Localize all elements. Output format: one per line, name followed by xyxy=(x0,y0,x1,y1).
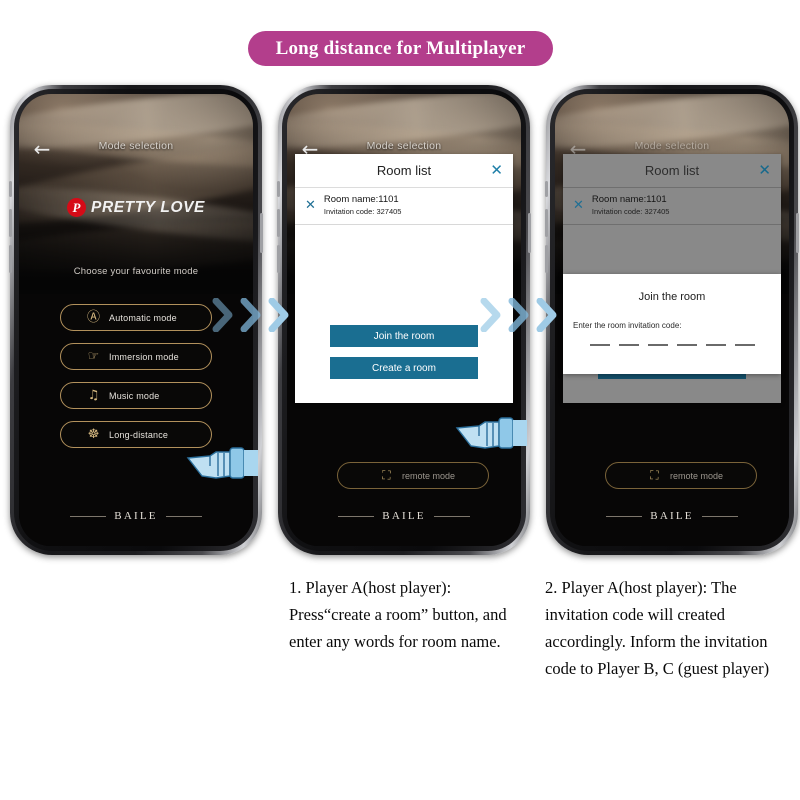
chevron-right-icon xyxy=(508,298,529,332)
page-title: Mode selection xyxy=(98,140,174,152)
delete-room-x-icon[interactable]: ✕ xyxy=(573,198,584,213)
join-room-modal: Join the room Enter the room invitation … xyxy=(563,274,781,374)
brand-wordmark: PRETTY LOVE xyxy=(91,198,205,216)
footer-brand-text: BAILE xyxy=(650,510,694,522)
footer-brand: BAILE xyxy=(555,510,789,522)
invitation-code-input[interactable] xyxy=(563,330,781,346)
pointing-hand-cursor xyxy=(186,447,258,479)
phone-screen-3: ← Mode selection ⛶ remote mode BAILE Roo… xyxy=(555,94,789,546)
code-digit-slot[interactable] xyxy=(705,344,726,346)
invitation-code-text: Invitation code: 327405 xyxy=(323,207,402,216)
chevron-right-icon xyxy=(268,298,289,332)
join-room-title: Join the room xyxy=(638,291,706,303)
footer-brand: BAILE xyxy=(287,510,521,522)
room-list-row[interactable]: ✕ Room name:1101 Invitation code: 327405 xyxy=(295,188,513,225)
volume-down-button[interactable] xyxy=(545,245,548,273)
mode-button-immersion[interactable]: ☞ Immersion mode xyxy=(60,343,212,370)
caption-step-1: 1. Player A(host player): Press“create a… xyxy=(289,578,507,651)
volume-up-button[interactable] xyxy=(545,209,548,237)
code-digit-slot[interactable] xyxy=(734,344,755,346)
flow-arrow-group-1 xyxy=(212,298,292,332)
mode-button-music[interactable]: ♫ Music mode xyxy=(60,382,212,409)
flow-arrow-group-2 xyxy=(480,298,560,332)
chevron-right-icon xyxy=(212,298,233,332)
page-title: Mode selection xyxy=(634,140,710,152)
delete-room-x-icon[interactable]: ✕ xyxy=(305,198,316,213)
poster-canvas: Long distance for Multiplayer ← Mode sel… xyxy=(0,0,800,800)
pointing-hand-cursor xyxy=(455,417,527,449)
globe-lock-icon: ☸ xyxy=(87,427,100,442)
mode-button-remote[interactable]: ⛶ remote mode xyxy=(337,462,489,489)
mode-button-label: Long-distance xyxy=(109,429,169,440)
room-list-title: Room list xyxy=(376,163,432,178)
room-name-text: Room name:1101 xyxy=(591,194,667,205)
mode-button-automatic[interactable]: Ⓐ Automatic mode xyxy=(60,304,212,331)
room-list-header: Room list ✕ xyxy=(295,154,513,188)
power-button[interactable] xyxy=(260,213,263,253)
banner-title: Long distance for Multiplayer xyxy=(275,37,526,59)
close-x-icon[interactable]: ✕ xyxy=(758,162,771,178)
mode-button-remote[interactable]: ⛶ remote mode xyxy=(605,462,757,489)
invitation-code-text: Invitation code: 327405 xyxy=(591,207,670,216)
remote-device-icon: ⛶ xyxy=(650,468,659,482)
caption-step-2: 2. Player A(host player): The invitation… xyxy=(545,578,770,678)
code-digit-slot[interactable] xyxy=(647,344,668,346)
page-title: Mode selection xyxy=(366,140,442,152)
subtitle-text: Choose your favourite mode xyxy=(73,266,199,277)
brand-mark-icon: P xyxy=(67,198,86,217)
brand-logo: P PRETTY LOVE xyxy=(19,198,253,217)
chevron-right-icon xyxy=(240,298,261,332)
mode-button-label: Immersion mode xyxy=(109,351,179,362)
room-list-title: Room list xyxy=(644,163,700,178)
code-digit-slot[interactable] xyxy=(618,344,639,346)
code-digit-slot[interactable] xyxy=(589,344,610,346)
volume-up-button[interactable] xyxy=(277,209,280,237)
footer-brand-text: BAILE xyxy=(114,510,158,522)
power-button[interactable] xyxy=(796,213,799,253)
chevron-right-icon xyxy=(480,298,501,332)
volume-up-button[interactable] xyxy=(9,209,12,237)
mode-button-label: Music mode xyxy=(109,390,160,401)
mode-button-label: remote mode xyxy=(670,470,724,481)
room-list-row[interactable]: ✕ Room name:1101 Invitation code: 327405 xyxy=(563,188,781,225)
volume-down-button[interactable] xyxy=(9,245,12,273)
footer-brand-text: BAILE xyxy=(382,510,426,522)
power-button[interactable] xyxy=(528,213,531,253)
mode-button-label: remote mode xyxy=(402,470,456,481)
music-note-icon: ♫ xyxy=(87,388,100,403)
mute-switch[interactable] xyxy=(545,181,548,197)
room-list-dialog: Room list ✕ ✕ Room name:1101 Invitation … xyxy=(295,154,513,403)
mode-button-label: Automatic mode xyxy=(109,312,177,323)
room-list-header: Room list ✕ xyxy=(563,154,781,188)
circle-a-icon: Ⓐ xyxy=(86,310,100,325)
create-a-room-button[interactable]: Create a room xyxy=(330,357,478,379)
room-name-text: Room name:1101 xyxy=(323,194,399,205)
phone-mockup-3: ← Mode selection ⛶ remote mode BAILE Roo… xyxy=(545,85,799,555)
title-banner: Long distance for Multiplayer xyxy=(248,31,553,66)
pointing-hand-icon: ☞ xyxy=(87,349,100,364)
room-list-actions: Join the room Create a room xyxy=(295,325,513,403)
join-the-room-button[interactable]: Join the room xyxy=(330,325,478,347)
footer-brand: BAILE xyxy=(19,510,253,522)
mute-switch[interactable] xyxy=(9,181,12,197)
remote-device-icon: ⛶ xyxy=(382,468,391,482)
chevron-right-icon xyxy=(536,298,557,332)
join-room-instruction: Enter the room invitation code: xyxy=(573,321,682,330)
mute-switch[interactable] xyxy=(277,181,280,197)
close-x-icon[interactable]: ✕ xyxy=(490,162,503,178)
code-digit-slot[interactable] xyxy=(676,344,697,346)
volume-down-button[interactable] xyxy=(277,245,280,273)
